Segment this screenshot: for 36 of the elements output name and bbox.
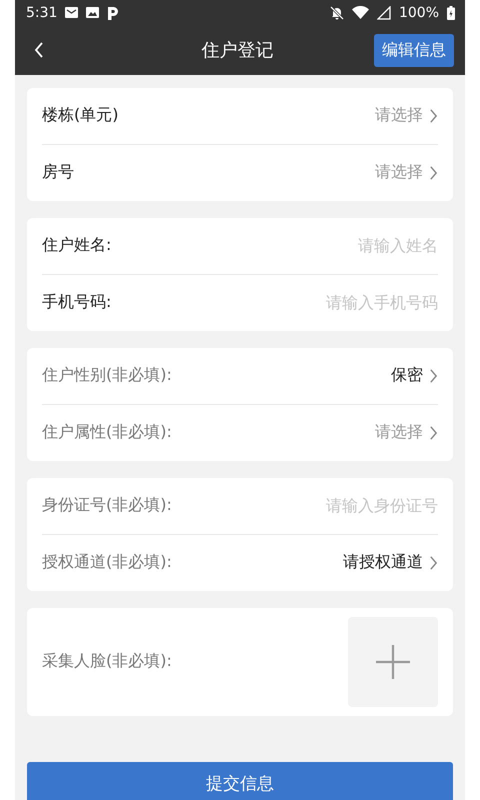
field-label: 楼栋(单元) xyxy=(42,105,118,126)
field-label: 住户性别(非必填): xyxy=(42,365,172,386)
edit-button[interactable]: 编辑信息 xyxy=(374,34,454,67)
field-label: 身份证号(非必填): xyxy=(42,495,172,516)
image-icon xyxy=(86,7,100,18)
input-field[interactable]: 请输入手机号码 xyxy=(238,293,438,312)
wifi-icon xyxy=(352,6,369,20)
select-field[interactable]: 请选择 xyxy=(375,422,438,444)
chevron-right-icon xyxy=(429,554,438,571)
signal-icon xyxy=(376,6,391,20)
chevron-right-icon xyxy=(429,424,438,441)
select-field[interactable]: 请选择 xyxy=(375,105,438,126)
chevron-right-icon xyxy=(429,108,438,124)
plus-icon xyxy=(375,644,411,680)
field-label: 住户姓名: xyxy=(42,235,112,256)
field-label: 住户属性(非必填): xyxy=(42,422,172,444)
chevron-right-icon xyxy=(429,164,438,181)
field-label: 授权通道(非必填): xyxy=(42,552,172,574)
select-field[interactable]: 保密 xyxy=(391,365,438,386)
mail-icon xyxy=(65,7,78,18)
select-field[interactable]: 请授权通道 xyxy=(343,552,438,574)
submit-button[interactable]: 提交信息 xyxy=(27,762,453,800)
bell-off-icon xyxy=(330,6,344,20)
back-icon xyxy=(34,41,44,60)
select-field[interactable]: 请选择 xyxy=(375,162,438,184)
battery-icon xyxy=(447,6,455,20)
field-label: 手机号码: xyxy=(42,292,112,314)
chevron-right-icon xyxy=(429,368,438,384)
page-title: 住户登记 xyxy=(200,39,274,62)
app-icon xyxy=(107,6,120,20)
battery-percent: 100% xyxy=(398,4,439,21)
field-label: 房号 xyxy=(42,162,74,184)
status-time: 5:31 xyxy=(26,4,58,21)
field-label: 采集人脸(非必填): xyxy=(42,651,172,672)
input-field[interactable]: 请输入身份证号 xyxy=(238,496,438,516)
input-field[interactable]: 请输入姓名 xyxy=(238,236,438,256)
